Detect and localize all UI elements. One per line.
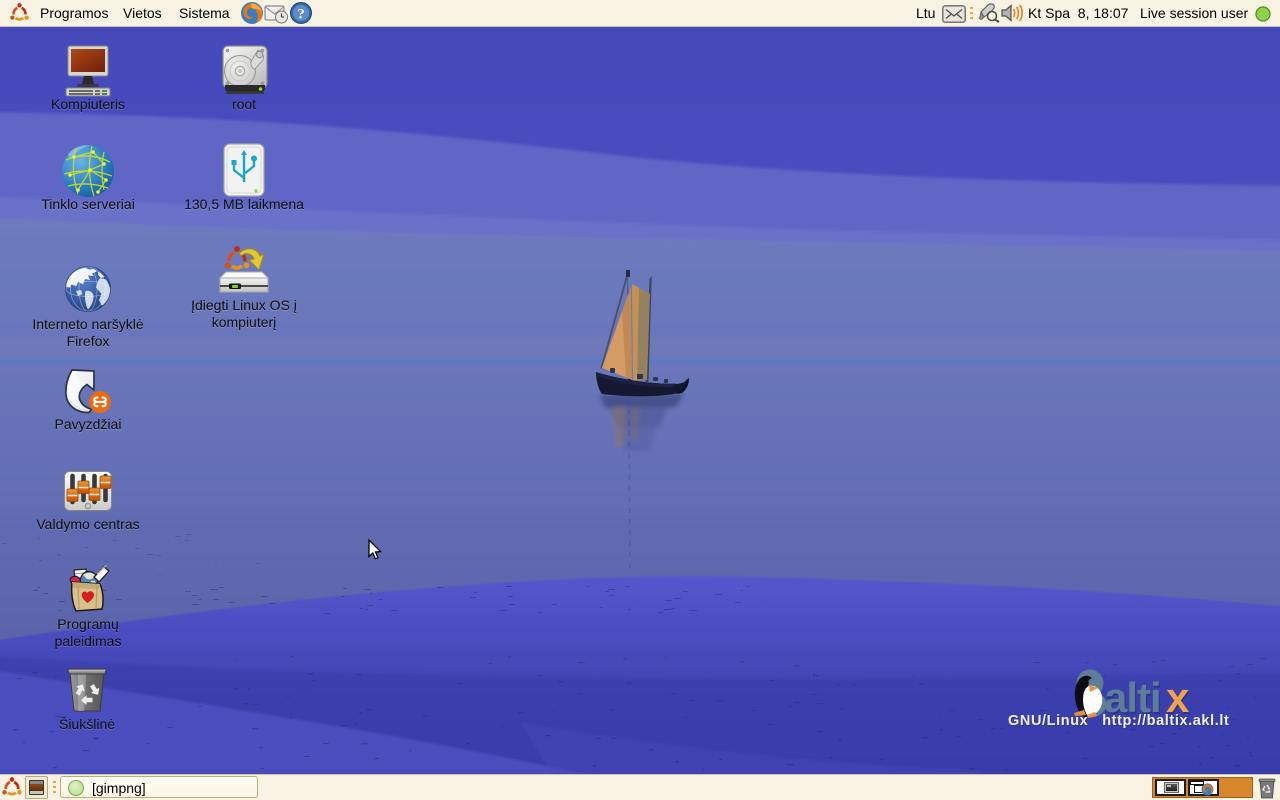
- svg-text:GNU/Linux http://baltix.akl.: GNU/Linux http://baltix.akl.lt: [1008, 713, 1229, 729]
- svg-text:?: ?: [297, 7, 305, 23]
